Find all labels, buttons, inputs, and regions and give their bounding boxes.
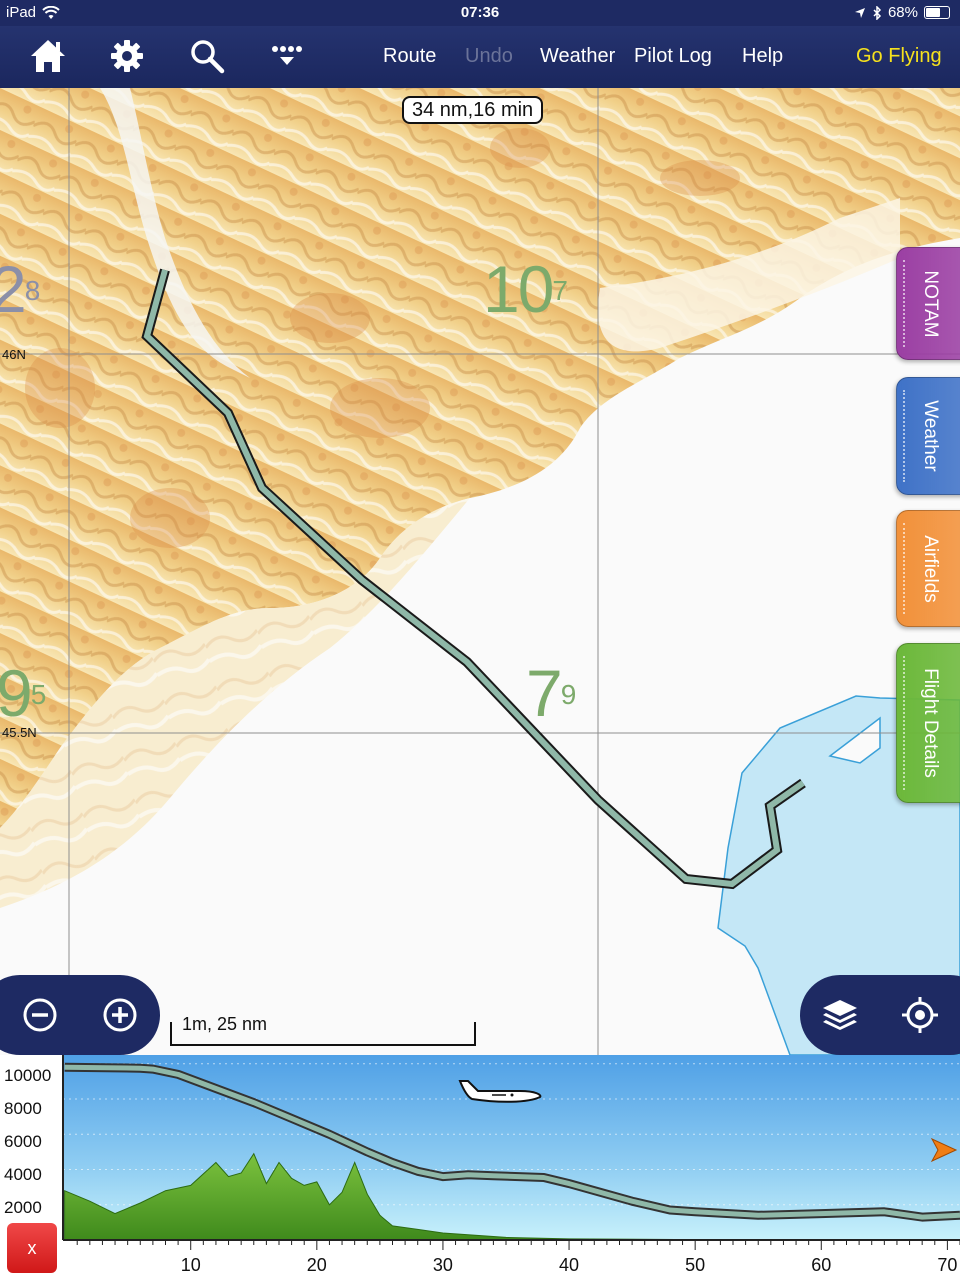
- map-view[interactable]: 1E 34 nm,16 min 46N 45.5N 28 107 95 79: [0, 88, 960, 1055]
- x-tick-label: 60: [811, 1255, 832, 1275]
- route-button[interactable]: Route: [383, 45, 436, 68]
- y-tick-label: 4000: [4, 1165, 42, 1184]
- home-icon[interactable]: [26, 34, 70, 78]
- zoom-in-icon[interactable]: [98, 993, 142, 1037]
- battery-icon: [924, 6, 950, 19]
- x-tick-label: 20: [306, 1255, 327, 1275]
- map-canvas[interactable]: [0, 88, 960, 1055]
- status-time: 07:36: [460, 4, 500, 21]
- weather-button[interactable]: Weather: [540, 45, 615, 68]
- elevation-profile[interactable]: 10000 8000 6000 4000 2000 10 20 30 40 50 60 70…: [0, 1055, 960, 1280]
- y-tick-label: 10000: [4, 1066, 52, 1085]
- undo-button[interactable]: Undo: [465, 45, 513, 68]
- grid-number: 79: [526, 656, 576, 730]
- scale-label: 1m, 25 nm: [182, 1014, 268, 1034]
- layers-icon[interactable]: [818, 993, 862, 1037]
- locate-icon[interactable]: [898, 993, 942, 1037]
- y-tick-label: 8000: [4, 1099, 42, 1118]
- x-tick-label: 50: [685, 1255, 706, 1275]
- grid-number: 28: [0, 252, 40, 326]
- tab-flight-details[interactable]: Flight Details: [896, 643, 960, 803]
- map-tools: [800, 975, 960, 1055]
- bluetooth-icon: [873, 5, 882, 20]
- y-tick-label: 6000: [4, 1132, 42, 1151]
- search-icon[interactable]: [185, 34, 229, 78]
- latitude-label: 46N: [2, 347, 26, 362]
- go-flying-button[interactable]: Go Flying: [856, 45, 942, 68]
- battery-percent: 68%: [887, 4, 918, 21]
- gear-icon[interactable]: [105, 34, 149, 78]
- scale-bar: 1m, 25 nm: [170, 1014, 476, 1046]
- zoom-controls: [0, 975, 160, 1055]
- profile-chart: [62, 1055, 960, 1250]
- more-icon[interactable]: [265, 34, 309, 78]
- x-tick-label: 30: [432, 1255, 453, 1275]
- x-tick-label: 10: [180, 1255, 201, 1275]
- grid-number: 107: [483, 252, 568, 326]
- tab-airfields[interactable]: Airfields: [896, 510, 960, 627]
- location-arrow-icon: [854, 7, 865, 18]
- main-toolbar: Route Undo Weather Pilot Log Help Go Fly…: [0, 26, 960, 88]
- status-bar: iPad 07:36 68%: [0, 0, 960, 26]
- y-tick-label: 2000: [4, 1198, 42, 1217]
- x-tick-label: 40: [559, 1255, 580, 1275]
- zoom-out-icon[interactable]: [18, 993, 62, 1037]
- close-profile-button[interactable]: x: [7, 1223, 57, 1273]
- pilot-log-button[interactable]: Pilot Log: [634, 45, 712, 68]
- tab-notam[interactable]: NOTAM: [896, 247, 960, 360]
- x-tick-label: 70: [937, 1255, 958, 1275]
- distance-badge: 34 nm,16 min: [402, 96, 544, 124]
- tab-weather[interactable]: Weather: [896, 377, 960, 495]
- grid-number: 95: [0, 656, 46, 730]
- help-button[interactable]: Help: [742, 45, 783, 68]
